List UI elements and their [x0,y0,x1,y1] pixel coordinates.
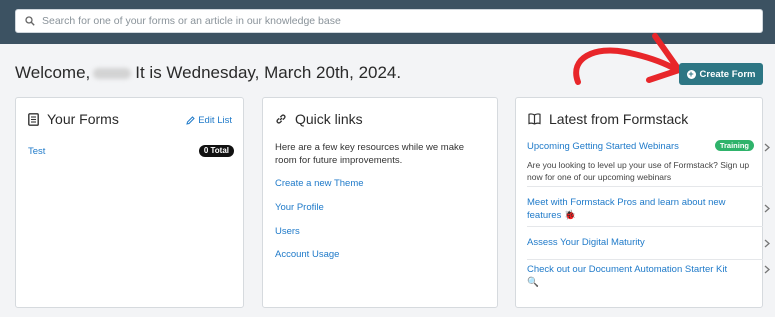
edit-list-label: Edit List [198,115,232,126]
annotation-arrow-icon [573,33,682,85]
quick-links-description: Here are a few key resources while we ma… [275,142,465,166]
link-create-theme[interactable]: Create a new Theme [275,178,364,189]
create-form-label: Create Form [699,68,756,80]
chevron-right-icon [764,265,770,274]
quick-links-heading: Quick links [295,111,363,127]
latest-title: Latest from Formstack [528,111,688,127]
chevron-right-icon [764,204,770,213]
welcome-date: It is Wednesday, March 20th, 2024. [135,63,402,82]
your-forms-card: Your Forms Edit List Test 0 Total [15,97,244,308]
link-your-profile[interactable]: Your Profile [275,202,324,213]
link-users[interactable]: Users [275,226,300,237]
your-forms-title: Your Forms [28,111,119,127]
news-item-digital-maturity[interactable]: Assess Your Digital Maturity [527,236,770,260]
news-title: Check out our Document Automation Starte… [527,264,728,288]
form-row: Test 0 Total [28,145,234,159]
link-icon [276,114,286,124]
news-title: Assess Your Digital Maturity [527,237,645,248]
chevron-right-icon [764,143,770,152]
link-account-usage[interactable]: Account Usage [275,249,339,260]
news-item-webinars[interactable]: Upcoming Getting Started Webinars Traini… [527,140,770,187]
form-link[interactable]: Test [28,146,45,157]
news-description: Are you looking to level up your use of … [527,160,750,182]
edit-list-link[interactable]: Edit List [186,115,232,126]
latest-news-card: Latest from Formstack Upcoming Getting S… [515,97,770,308]
training-badge: Training [714,140,754,151]
document-icon [28,112,39,126]
welcome-heading: Welcome, It is Wednesday, March 20th, 20… [15,63,401,83]
news-title: Meet with Formstack Pros and learn about… [527,197,726,221]
chevron-right-icon [764,239,770,248]
book-icon [528,113,541,125]
search-input[interactable] [42,15,742,27]
latest-heading: Latest from Formstack [549,111,689,127]
news-item-formstack-pros[interactable]: Meet with Formstack Pros and learn about… [527,196,770,227]
your-forms-heading: Your Forms [47,111,119,127]
search-icon [25,16,35,26]
quick-links-card: Quick links Here are a few key resources… [262,97,498,308]
create-form-button[interactable]: + Create Form [679,63,763,85]
total-badge: 0 Total [198,145,234,157]
quick-links-title: Quick links [275,111,363,127]
plus-circle-icon: + [686,68,696,79]
pencil-icon [186,116,195,125]
blurred-username [93,67,132,79]
news-item-starter-kit[interactable]: Check out our Document Automation Starte… [527,263,770,291]
welcome-prefix: Welcome, [15,63,91,82]
